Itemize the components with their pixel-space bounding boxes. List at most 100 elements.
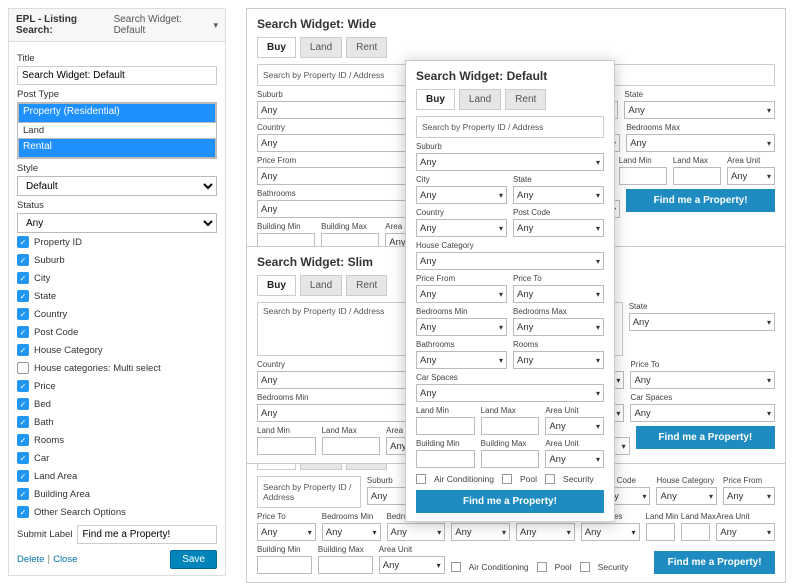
- def-city[interactable]: Any: [416, 186, 507, 204]
- def-aircon-cb[interactable]: [416, 474, 426, 484]
- opt-rental[interactable]: Rental: [18, 138, 216, 158]
- cb-housemulti[interactable]: House categories: Multi select: [17, 359, 217, 377]
- fixed-car[interactable]: Any: [581, 523, 640, 541]
- def-cta[interactable]: Find me a Property!: [416, 490, 604, 513]
- fixed-pool-cb[interactable]: [537, 562, 547, 572]
- def-suburb[interactable]: Any: [416, 153, 604, 171]
- slim-cta[interactable]: Find me a Property!: [636, 426, 775, 449]
- def-bmax[interactable]: [481, 450, 540, 468]
- def-search[interactable]: Search by Property ID / Address: [416, 116, 604, 138]
- def-rooms[interactable]: Any: [513, 351, 604, 369]
- fixed-bmin[interactable]: [257, 556, 312, 574]
- def-areaunit[interactable]: Any: [545, 417, 604, 435]
- fixed-security-cb[interactable]: [580, 562, 590, 572]
- fixed-landmin[interactable]: [646, 523, 675, 541]
- fixed-cta[interactable]: Find me a Property!: [654, 551, 775, 574]
- def-priceto[interactable]: Any: [513, 285, 604, 303]
- cb-price[interactable]: ✓Price: [17, 377, 217, 395]
- wide-title: Search Widget: Wide: [257, 17, 775, 31]
- cb-postcode[interactable]: ✓Post Code: [17, 323, 217, 341]
- status-label: Status: [17, 200, 217, 211]
- def-pricefrom[interactable]: Any: [416, 285, 507, 303]
- slim-carspaces[interactable]: Any: [630, 404, 775, 422]
- admin-widget-panel: EPL - Listing Search: Search Widget: Def…: [8, 8, 226, 576]
- fixed-bath[interactable]: Any: [451, 523, 510, 541]
- tab-land[interactable]: Land: [300, 275, 342, 296]
- slim-state[interactable]: Any: [629, 313, 775, 331]
- tab-buy[interactable]: Buy: [257, 37, 296, 58]
- def-postcode[interactable]: Any: [513, 219, 604, 237]
- style-select[interactable]: Default: [17, 176, 217, 196]
- tab-buy[interactable]: Buy: [257, 275, 296, 296]
- def-title: Search Widget: Default: [416, 69, 604, 83]
- tab-rent[interactable]: Rent: [505, 89, 546, 110]
- posttype-listbox[interactable]: Property (Residential) Land Rental: [17, 102, 217, 159]
- submit-label: Submit Label: [17, 529, 72, 540]
- cb-city[interactable]: ✓City: [17, 269, 217, 287]
- fixed-bmax[interactable]: [318, 556, 373, 574]
- chevron-down-icon: ▾: [213, 20, 218, 31]
- def-housecat[interactable]: Any: [416, 252, 604, 270]
- tab-rent[interactable]: Rent: [346, 37, 387, 58]
- fixed-search[interactable]: Search by Property ID / Address: [257, 476, 361, 508]
- wide-cta[interactable]: Find me a Property!: [626, 189, 775, 212]
- cb-state[interactable]: ✓State: [17, 287, 217, 305]
- cb-suburb[interactable]: ✓Suburb: [17, 251, 217, 269]
- fixed-areaunit[interactable]: Any: [716, 523, 775, 541]
- def-bedmax[interactable]: Any: [513, 318, 604, 336]
- def-country[interactable]: Any: [416, 219, 507, 237]
- status-select[interactable]: Any: [17, 213, 217, 233]
- cb-rooms[interactable]: ✓Rooms: [17, 431, 217, 449]
- cb-housecat[interactable]: ✓House Category: [17, 341, 217, 359]
- cb-bed[interactable]: ✓Bed: [17, 395, 217, 413]
- wide-landmin[interactable]: [619, 167, 667, 185]
- slim-landmax[interactable]: [322, 437, 381, 455]
- tab-land[interactable]: Land: [300, 37, 342, 58]
- def-landmax[interactable]: [481, 417, 540, 435]
- save-button[interactable]: Save: [170, 550, 217, 569]
- cb-other[interactable]: ✓Other Search Options: [17, 503, 217, 521]
- admin-header[interactable]: EPL - Listing Search: Search Widget: Def…: [9, 9, 225, 42]
- slim-landmin[interactable]: [257, 437, 316, 455]
- cb-propid[interactable]: ✓Property ID: [17, 233, 217, 251]
- cb-buildarea[interactable]: ✓Building Area: [17, 485, 217, 503]
- cb-bath[interactable]: ✓Bath: [17, 413, 217, 431]
- submit-input[interactable]: [77, 525, 217, 544]
- tab-rent[interactable]: Rent: [346, 275, 387, 296]
- cb-landarea[interactable]: ✓Land Area: [17, 467, 217, 485]
- delete-link[interactable]: Delete: [17, 554, 44, 565]
- wide-bedmax[interactable]: Any: [626, 134, 775, 152]
- fixed-bedmax[interactable]: Any: [387, 523, 446, 541]
- def-areaunit2[interactable]: Any: [545, 450, 604, 468]
- wide-landmax[interactable]: [673, 167, 721, 185]
- fixed-priceto[interactable]: Any: [257, 523, 316, 541]
- title-input[interactable]: [17, 66, 217, 85]
- wide-state[interactable]: Any: [624, 101, 775, 119]
- def-bmin[interactable]: [416, 450, 475, 468]
- fixed-landmax[interactable]: [681, 523, 710, 541]
- def-pool-cb[interactable]: [502, 474, 512, 484]
- fixed-rooms[interactable]: Any: [516, 523, 575, 541]
- cb-car[interactable]: ✓Car: [17, 449, 217, 467]
- def-state[interactable]: Any: [513, 186, 604, 204]
- admin-header-prefix: EPL - Listing Search:: [16, 14, 112, 36]
- wide-areaunit[interactable]: Any: [727, 167, 775, 185]
- def-bath[interactable]: Any: [416, 351, 507, 369]
- opt-land[interactable]: Land: [18, 123, 216, 138]
- admin-header-suffix: Search Widget: Default: [114, 14, 212, 36]
- slim-priceto[interactable]: Any: [630, 371, 775, 389]
- fixed-bedmin[interactable]: Any: [322, 523, 381, 541]
- tab-buy[interactable]: Buy: [416, 89, 455, 110]
- fixed-pricefrom[interactable]: Any: [723, 487, 775, 505]
- def-bedmin[interactable]: Any: [416, 318, 507, 336]
- def-landmin[interactable]: [416, 417, 475, 435]
- def-security-cb[interactable]: [545, 474, 555, 484]
- def-car[interactable]: Any: [416, 384, 604, 402]
- tab-land[interactable]: Land: [459, 89, 501, 110]
- fixed-areaunit2[interactable]: Any: [379, 556, 445, 574]
- close-link[interactable]: Close: [53, 554, 77, 565]
- fixed-housecat[interactable]: Any: [656, 487, 717, 505]
- opt-property[interactable]: Property (Residential): [18, 103, 216, 123]
- cb-country[interactable]: ✓Country: [17, 305, 217, 323]
- fixed-aircon-cb[interactable]: [451, 562, 461, 572]
